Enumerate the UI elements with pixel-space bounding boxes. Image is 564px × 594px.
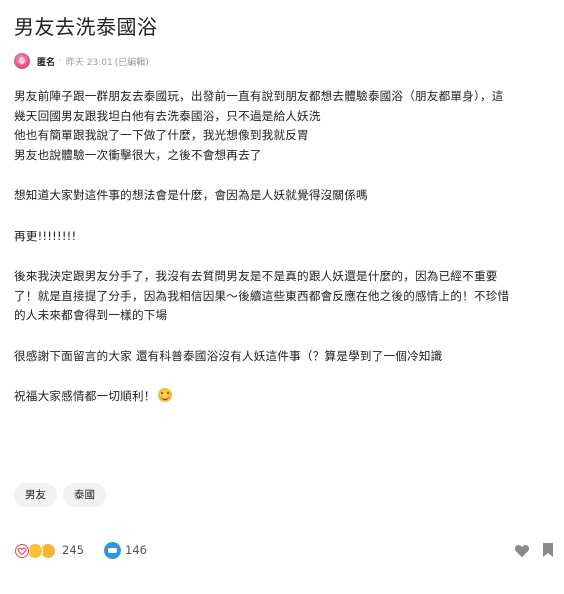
like-heart-icon[interactable] (514, 543, 530, 558)
body-line: 祝福大家感情都一切順利！ (14, 389, 156, 403)
reactions-group[interactable]: 245 (14, 540, 84, 560)
post-time: 昨天 23:01 (65, 57, 113, 68)
edited-label: (已編輯) (114, 57, 149, 68)
author-name[interactable]: 匿名 (37, 55, 55, 68)
tag-thailand[interactable]: 泰國 (63, 483, 106, 507)
body-line: 男友也說體驗一次衝擊很大，之後不會想再去了 (14, 147, 262, 162)
tag-boyfriend[interactable]: 男友 (14, 483, 57, 507)
body-line: 想知道大家對這件事的想法會是什麼，會因為是人妖就覺得沒關係嗎 (14, 188, 368, 202)
reaction-icons (14, 542, 58, 559)
tag-list: 男友 泰國 (14, 483, 106, 507)
body-line: 了！就是直接提了分手，因為我相信因果～後續這些東西都會反應在他之後的感情上的！不… (14, 288, 510, 303)
body-line-with-emoji: 祝福大家感情都一切順利！ (14, 387, 554, 407)
body-line: 幾天回國男友跟我坦白他有去洗泰國浴，只不過是給人妖洗 (14, 108, 321, 123)
body-line: 他也有簡單跟我說了一下做了什麼，我光想像到我就反胃 (14, 128, 309, 142)
footer-actions (514, 540, 554, 560)
comment-icon (104, 541, 121, 559)
post-footer: 245 146 (14, 540, 554, 560)
body-line: 再更!!!!!!!! (14, 228, 77, 243)
meta-separator: · (59, 56, 62, 66)
body-line: 很感謝下面留言的大家 還有科普泰國浴沒有人妖這件事（？算是學到了一個冷知識 (14, 348, 443, 363)
heart-reaction-icon (14, 543, 30, 559)
body-line: 的人未來都會得到一樣的下場 (14, 308, 168, 322)
body-line: 男友前陣子跟一群朋友去泰國玩，出發前一直有說到朋友都想去體驗泰國浴（朋友都單身）… (14, 89, 504, 103)
post-meta: 匿名 · 昨天 23:01 (已編輯) (14, 51, 149, 71)
comments-count: 146 (125, 543, 147, 557)
avatar[interactable] (14, 53, 30, 69)
reactions-count: 245 (62, 543, 84, 557)
post-body: 男友前陣子跟一群朋友去泰國玩，出發前一直有說到朋友都想去體驗泰國浴（朋友都單身）… (14, 87, 554, 407)
body-line: 後來我決定跟男友分手了，我沒有去質問男友是不是真的跟人妖還是什麼的，因為已經不重… (14, 269, 498, 283)
post-title: 男友去洗泰國浴 (14, 15, 158, 39)
comments-group[interactable]: 146 (104, 540, 147, 560)
smiling-face-emoji-icon (157, 388, 172, 402)
bookmark-icon[interactable] (542, 542, 554, 558)
